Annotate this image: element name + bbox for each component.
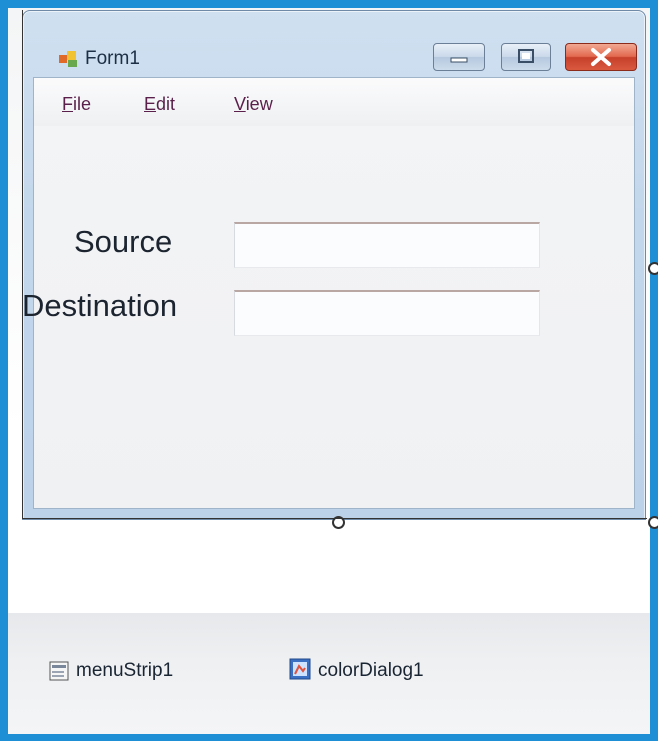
resize-handle-bottom-right[interactable] — [648, 516, 658, 529]
maximize-button[interactable] — [501, 43, 551, 71]
color-dialog-icon — [289, 658, 311, 680]
form-app-icon — [59, 51, 77, 67]
minimize-icon — [450, 57, 468, 63]
form-window[interactable]: Form1 File Edit View Source Destination — [22, 10, 646, 520]
menu-strip: File Edit View — [34, 78, 634, 126]
resize-handle-bottom[interactable] — [332, 516, 345, 529]
tray-colordialog-label[interactable]: colorDialog1 — [318, 660, 424, 682]
tray-menustrip-label[interactable]: menuStrip1 — [76, 660, 173, 682]
destination-input[interactable] — [234, 290, 540, 336]
destination-label: Destination — [22, 288, 178, 323]
resize-handle-right[interactable] — [648, 262, 658, 275]
menu-file[interactable]: File — [62, 94, 91, 115]
menu-strip-icon — [49, 661, 69, 681]
close-button[interactable] — [565, 43, 637, 71]
minimize-button[interactable] — [433, 43, 485, 71]
form-title: Form1 — [85, 48, 140, 69]
menu-edit[interactable]: Edit — [144, 94, 175, 115]
source-input[interactable] — [234, 222, 540, 268]
form-client-area[interactable]: File Edit View Source Destination — [22, 77, 635, 509]
source-label: Source — [74, 224, 173, 259]
close-icon — [591, 48, 611, 66]
menu-view[interactable]: View — [234, 94, 273, 115]
maximize-icon — [518, 49, 534, 63]
